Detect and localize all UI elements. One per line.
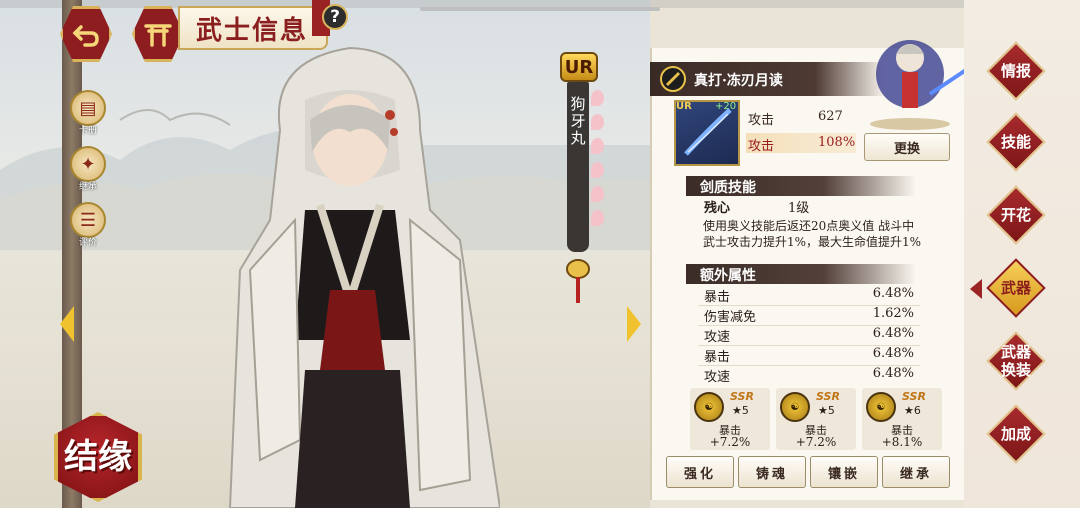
side-item-label: 继承 [78,182,97,192]
weapon-stat-row-highlighted: 攻击 108% [746,133,856,154]
menu-item-info[interactable]: 情报 [986,41,1046,101]
gem-stars: 5 [827,404,835,417]
gem-stars: 5 [741,404,749,417]
extra-attributes-header: 额外属性 [686,264,916,284]
menu-item-bloom[interactable]: 开花 [986,185,1046,245]
extra-section-title: 额外属性 [700,268,756,284]
weapon-title: 真打·冻刃月读 [694,73,783,89]
back-arrow-icon [72,25,99,47]
review-icon[interactable]: ☰ [70,202,106,238]
stat-label: 攻击 [748,139,775,154]
attribute-value: 6.48% [872,366,914,381]
previous-character-arrow-icon[interactable] [60,306,74,342]
forge-soul-button[interactable]: 铸魂 [738,456,806,488]
menu-item-label: 开花 [1000,206,1031,224]
menu-item-label: 情报 [1000,62,1031,80]
menu-item-label: 加成 [1000,425,1031,443]
gem-stars: 6 [913,404,921,417]
attribute-label: 暴击 [704,290,731,305]
menu-item-weapon-skin[interactable]: 武器换装 [986,331,1046,391]
gem-star-count: ★6 [904,404,921,417]
attribute-value: 6.48% [872,346,914,361]
character-illustration [228,46,500,508]
gem-coin-icon: ☯ [780,392,810,422]
gem-star-count: ★5 [818,404,835,417]
gem-grade: SSR [730,390,754,403]
gem-slot[interactable]: ☯ SSR ★6 暴击 +8.1% [862,388,942,450]
skill-section-title: 剑质技能 [700,180,756,196]
weapon-name-vertical: 狗牙丸 [570,95,586,147]
gem-coin-icon: ☯ [866,392,896,422]
gem-coin-icon: ☯ [694,392,724,422]
help-icon[interactable]: ? [322,4,348,30]
attribute-label: 暴击 [704,350,731,365]
gem-grade: SSR [902,390,926,403]
attribute-value: 1.62% [872,306,914,321]
attribute-value: 6.48% [872,286,914,301]
tassel-ornament-icon [566,259,590,303]
attribute-row: 攻速 6.48% [704,365,914,385]
enhance-button[interactable]: 强化 [666,456,734,488]
petal-decoration [591,90,607,234]
menu-item-weapon[interactable]: 武器 [986,258,1046,318]
side-item-label: 评价 [78,238,97,248]
attribute-row: 暴击 6.48% [704,285,914,305]
weapon-stat-row: 攻击 627 [746,107,856,128]
weapon-rarity-badge: UR [560,52,598,82]
menu-item-label: 武器 [1000,279,1031,297]
menu-item-bonus[interactable]: 加成 [986,404,1046,464]
skill-name: 残心 [704,201,731,216]
stat-value: 108% [818,135,856,150]
attribute-label: 攻速 [704,370,731,385]
top-progress-bar [420,7,660,11]
next-character-arrow-icon[interactable] [627,306,641,342]
attribute-row: 暴击 6.48% [704,345,914,365]
inlay-button[interactable]: 镶嵌 [810,456,878,488]
replace-weapon-button[interactable]: 更换 [864,133,950,161]
sword-icon [660,66,686,92]
stat-label: 攻击 [748,113,775,128]
inherit-icon[interactable]: ✦ [70,146,106,182]
attribute-row: 攻速 6.48% [704,325,914,345]
gem-stat-value: +7.2% [795,435,837,449]
torii-gate-icon [144,24,172,47]
inherit-button[interactable]: 继承 [882,456,950,488]
gem-grade: SSR [816,390,840,403]
skill-section-header: 剑质技能 [686,176,916,196]
character-chibi-portrait [870,40,977,130]
side-item-label: 卡册 [78,126,97,136]
gem-stat-value: +8.1% [881,435,923,449]
card-level-label: +20 [715,101,737,112]
active-menu-pointer-icon [970,279,982,299]
gem-slot[interactable]: ☯ SSR ★5 暴击 +7.2% [690,388,770,450]
card-rarity-label: UR [676,101,692,112]
attribute-row: 伤害减免 1.62% [704,305,914,325]
menu-item-skills[interactable]: 技能 [986,112,1046,172]
bond-button-label: 结缘 [64,437,132,477]
menu-item-label: 技能 [1000,133,1031,151]
stat-value: 627 [818,109,843,124]
menu-item-label: 武器换装 [1000,343,1031,379]
gem-slot[interactable]: ☯ SSR ★5 暴击 +7.2% [776,388,856,450]
gem-star-count: ★5 [732,404,749,417]
skill-level: 1级 [788,201,810,216]
attribute-label: 伤害减免 [704,310,757,325]
card-album-icon[interactable]: ▤ [70,90,106,126]
skill-description: 使用奥义技能后返还20点奥义值 战斗中武士攻击力提升1%，最大生命值提升1% [703,219,922,249]
attribute-value: 6.48% [872,326,914,341]
gem-stat-value: +7.2% [709,435,751,449]
attribute-label: 攻速 [704,330,731,345]
